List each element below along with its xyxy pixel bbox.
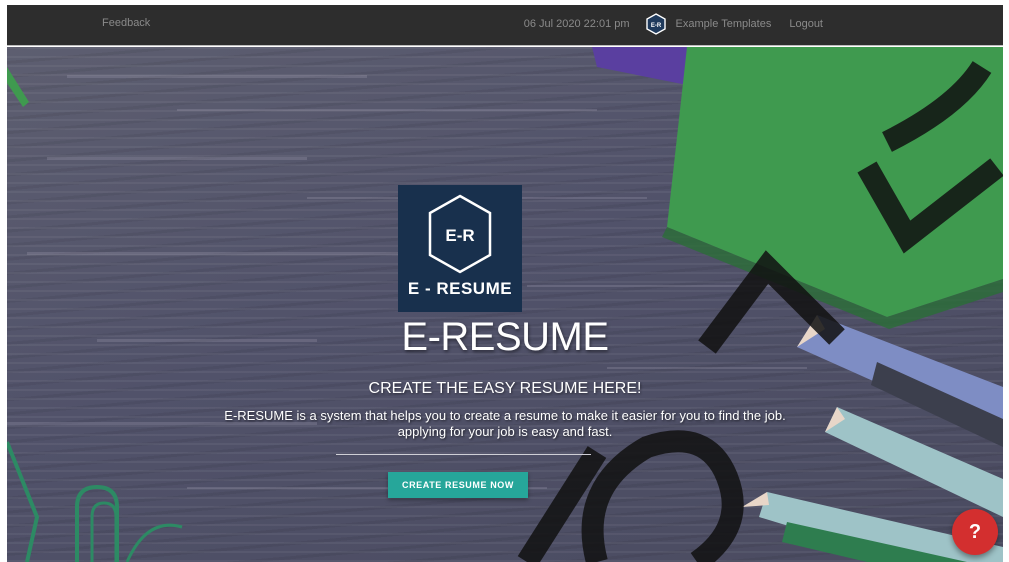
nav-logo-text: E-R xyxy=(650,23,661,29)
hero-title: E-RESUME xyxy=(401,315,609,359)
hexagon-logo-icon[interactable]: E-R xyxy=(645,13,666,35)
hexagon-logo-icon: E-R xyxy=(428,194,492,274)
hero-logo-text: E - RESUME xyxy=(407,279,513,298)
question-mark-icon: ? xyxy=(968,520,982,543)
hero-logo: E-R E - RESUME xyxy=(398,185,522,312)
hero-description-line-1: E-RESUME is a system that helps you to c… xyxy=(224,408,786,423)
create-resume-button[interactable]: CREATE RESUME NOW xyxy=(388,472,528,498)
datetime-display: 06 Jul 2020 22:01 pm xyxy=(523,18,630,30)
hero-divider xyxy=(336,454,591,455)
navbar-right-group: 06 Jul 2020 22:01 pm E-R Example Templat… xyxy=(524,13,823,35)
feedback-link[interactable]: Feedback xyxy=(102,17,150,29)
hero-section: E-R E - RESUME E-RESUME CREATE THE EASY … xyxy=(7,47,1003,562)
top-navbar: Feedback 06 Jul 2020 22:01 pm E-R Exampl… xyxy=(7,5,1003,46)
hero-description: E-RESUME is a system that helps you to c… xyxy=(7,408,1003,440)
app-frame: Feedback 06 Jul 2020 22:01 pm E-R Exampl… xyxy=(7,5,1003,562)
help-button[interactable]: ? xyxy=(952,509,998,555)
example-templates-link[interactable]: Example Templates xyxy=(676,18,772,30)
hero-description-line-2: applying for your job is easy and fast. xyxy=(397,424,613,439)
hero-subtitle: CREATE THE EASY RESUME HERE! xyxy=(368,380,642,397)
hero-logo-mark: E-R xyxy=(445,226,474,245)
logout-link[interactable]: Logout xyxy=(789,18,823,30)
